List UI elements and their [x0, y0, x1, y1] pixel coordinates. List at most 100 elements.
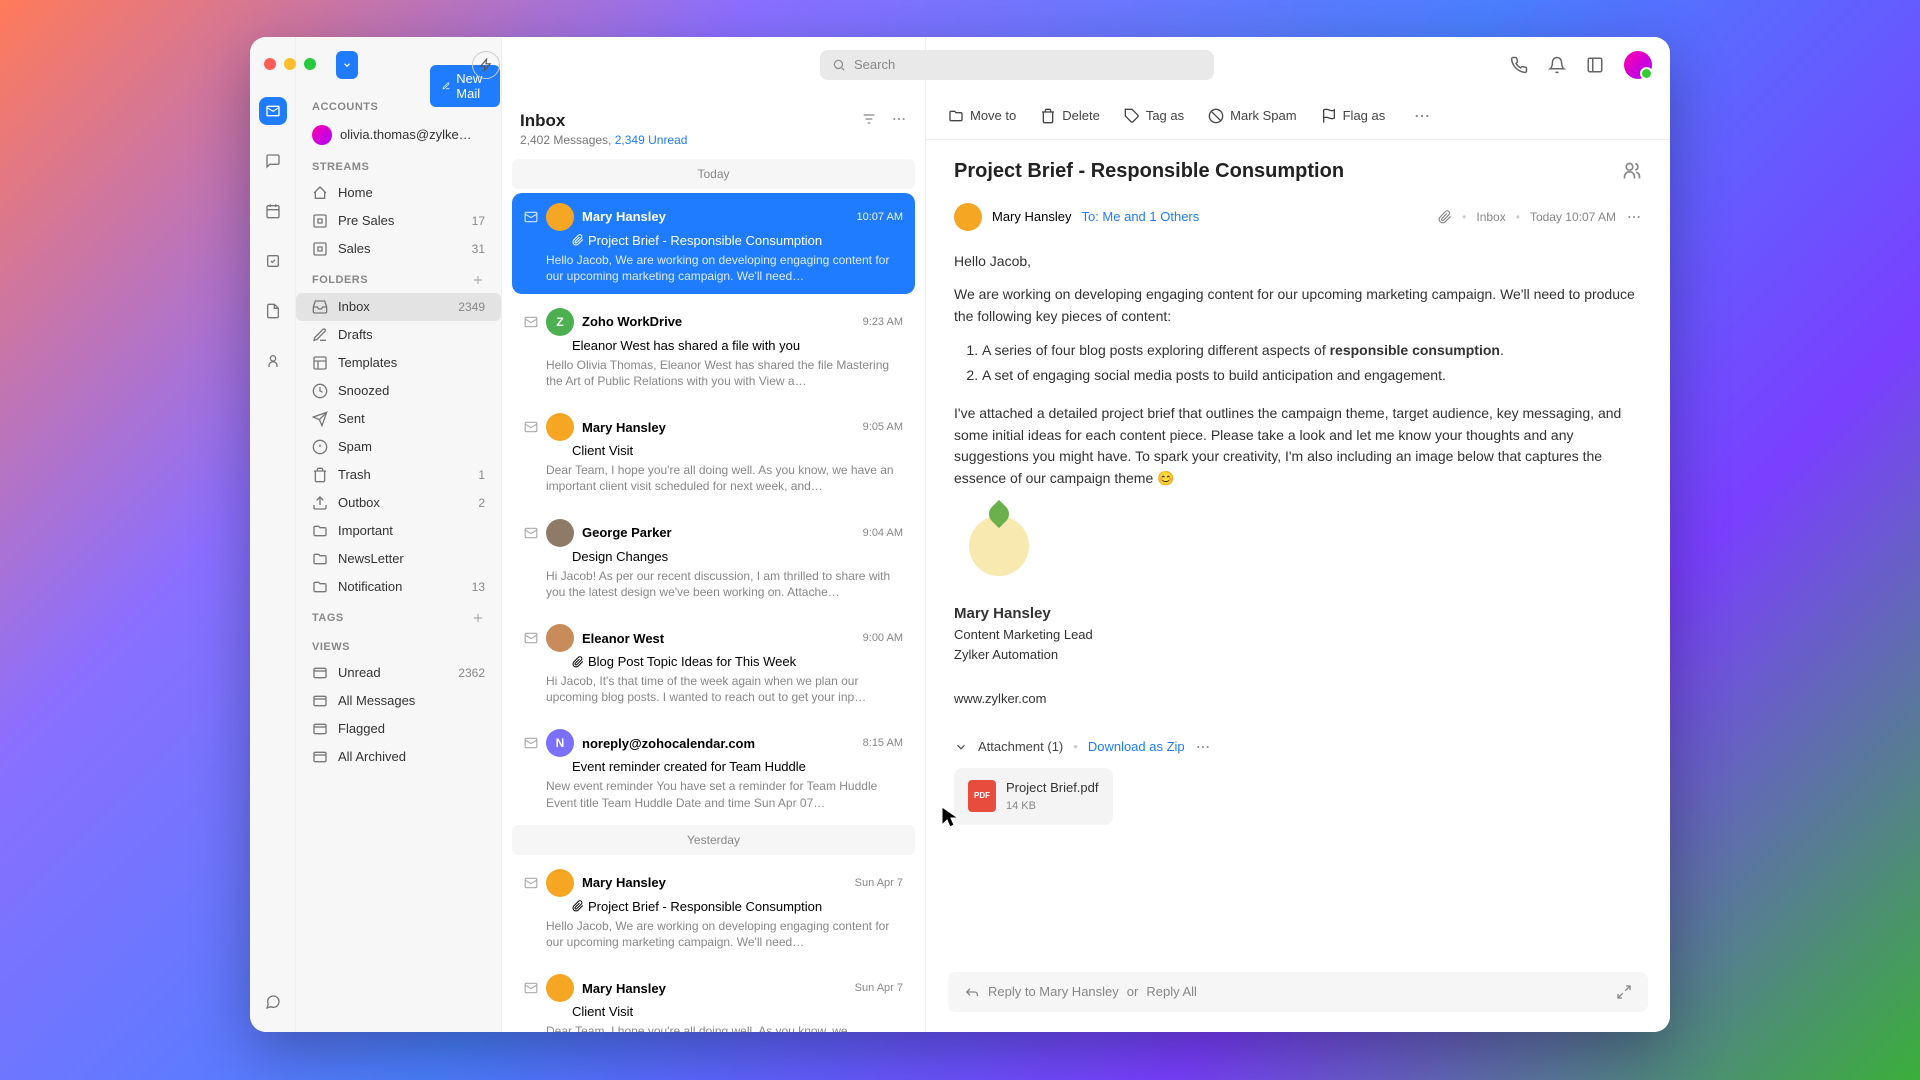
envelope-icon [524, 210, 538, 224]
date-separator: Today [512, 159, 915, 189]
signature-url: www.zylker.com [954, 689, 1642, 709]
add-tag-icon[interactable] [471, 611, 485, 625]
folder-icon [312, 355, 328, 371]
more-icon[interactable] [891, 111, 907, 127]
envelope-icon [524, 981, 538, 995]
envelope-icon [524, 631, 538, 645]
section-tags: TAGS [312, 612, 344, 624]
sender-avatar [546, 413, 574, 441]
rail-mail[interactable] [259, 97, 287, 125]
sender-avatar: N [546, 729, 574, 757]
list-title: Inbox [520, 111, 687, 131]
message-item[interactable]: ZZoho WorkDrive9:23 AMEleanor West has s… [512, 298, 915, 399]
account-email: olivia.thomas@zylke… [340, 127, 472, 142]
delete-button[interactable]: Delete [1040, 108, 1100, 124]
section-folders: FOLDERS [312, 274, 368, 286]
folder-item[interactable]: Notification13 [296, 573, 501, 601]
email-more-icon[interactable] [1626, 209, 1642, 225]
folder-item[interactable]: NewsLetter [296, 545, 501, 573]
markspam-button[interactable]: Mark Spam [1208, 108, 1296, 124]
folder-item[interactable]: Sent [296, 405, 501, 433]
tagas-button[interactable]: Tag as [1124, 108, 1184, 124]
stream-item[interactable]: Pre Sales17 [296, 207, 501, 235]
message-item[interactable]: Nnoreply@zohocalendar.com8:15 AMEvent re… [512, 719, 915, 820]
rail-tasks[interactable] [259, 247, 287, 275]
reader-actions: Move to Delete Tag as Mark Spam Flag as [926, 93, 1670, 140]
message-subject: Project Brief - Responsible Consumption [572, 899, 903, 914]
section-streams: STREAMS [312, 161, 369, 173]
attachment-label: Attachment (1) [978, 737, 1063, 757]
folder-icon [312, 299, 328, 315]
message-item[interactable]: Mary Hansley10:07 AMProject Brief - Resp… [512, 193, 915, 294]
sidebar: ACCOUNTS olivia.thomas@zylke… STREAMS Ho… [296, 37, 502, 1032]
filter-icon[interactable] [861, 111, 877, 127]
view-item[interactable]: All Archived [296, 743, 501, 771]
user-avatar[interactable] [1624, 51, 1652, 79]
sender-name: Mary Hansley [992, 209, 1071, 224]
recipients[interactable]: To: Me and 1 Others [1081, 209, 1199, 224]
stream-item[interactable]: Home [296, 179, 501, 207]
rail-calendar[interactable] [259, 197, 287, 225]
message-item[interactable]: Mary Hansley9:05 AMClient VisitDear Team… [512, 403, 915, 504]
folder-item[interactable]: Trash1 [296, 461, 501, 489]
folder-item[interactable]: Spam [296, 433, 501, 461]
message-item[interactable]: Eleanor West9:00 AMBlog Post Topic Ideas… [512, 614, 915, 715]
new-mail-dropdown[interactable] [336, 51, 358, 79]
rail-contacts[interactable] [259, 347, 287, 375]
rail-notes[interactable] [259, 297, 287, 325]
view-item[interactable]: All Messages [296, 687, 501, 715]
message-item[interactable]: Mary HansleySun Apr 7Project Brief - Res… [512, 859, 915, 960]
window-controls [264, 58, 316, 70]
email-meta: Mary Hansley To: Me and 1 Others • Inbox… [954, 203, 1642, 231]
message-preview: Dear Team, I hope you're all doing well.… [546, 1023, 903, 1031]
more-actions-icon[interactable] [1413, 107, 1431, 125]
folder-item[interactable]: Drafts [296, 321, 501, 349]
view-item[interactable]: Unread2362 [296, 659, 501, 687]
folder-icon [312, 467, 328, 483]
message-preview: Hi Jacob, It's that time of the week aga… [546, 673, 903, 705]
account-row[interactable]: olivia.thomas@zylke… [296, 119, 501, 151]
message-item[interactable]: Mary HansleySun Apr 7Client VisitDear Te… [512, 964, 915, 1031]
close-window[interactable] [264, 58, 276, 70]
moveto-button[interactable]: Move to [948, 108, 1016, 124]
attach-more-icon[interactable] [1195, 739, 1211, 755]
section-accounts: ACCOUNTS [312, 101, 378, 113]
sender-avatar [546, 624, 574, 652]
message-time: Sun Apr 7 [855, 982, 903, 994]
expand-icon[interactable] [1616, 984, 1632, 1000]
message-time: Sun Apr 7 [855, 877, 903, 889]
view-item[interactable]: Flagged [296, 715, 501, 743]
folder-item[interactable]: Snoozed [296, 377, 501, 405]
reply-bar[interactable]: Reply to Mary Hansley or Reply All [948, 972, 1648, 1012]
chevron-down-icon[interactable] [954, 740, 968, 754]
quick-action-button[interactable] [472, 51, 500, 79]
attachment-icon[interactable] [1438, 210, 1452, 224]
stream-item[interactable]: Sales31 [296, 235, 501, 263]
folder-item[interactable]: Important [296, 517, 501, 545]
layout-icon[interactable] [1586, 56, 1604, 74]
search-input[interactable]: Search [820, 50, 1214, 80]
sender-name: Mary Hansley [582, 420, 666, 435]
folder-item[interactable]: Inbox2349 [296, 293, 501, 321]
view-icon [312, 749, 328, 765]
attachment-card[interactable]: PDF Project Brief.pdf 14 KB [954, 768, 1113, 825]
folder-item[interactable]: Outbox2 [296, 489, 501, 517]
bell-icon[interactable] [1548, 56, 1566, 74]
view-icon [312, 693, 328, 709]
folder-item[interactable]: Templates [296, 349, 501, 377]
email-folder: Inbox [1476, 210, 1505, 224]
attachment-icon [572, 656, 584, 668]
envelope-icon [524, 876, 538, 890]
rail-feedback[interactable] [259, 988, 287, 1016]
pdf-icon: PDF [968, 780, 996, 812]
add-folder-icon[interactable] [471, 273, 485, 287]
minimize-window[interactable] [284, 58, 296, 70]
download-zip-link[interactable]: Download as Zip [1088, 737, 1185, 757]
participants-icon[interactable] [1622, 161, 1642, 181]
message-item[interactable]: George Parker9:04 AMDesign ChangesHi Jac… [512, 509, 915, 610]
phone-icon[interactable] [1510, 56, 1528, 74]
message-list: Inbox 2,402 Messages, 2,349 Unread Today… [502, 37, 926, 1032]
rail-chat[interactable] [259, 147, 287, 175]
flagas-button[interactable]: Flag as [1321, 108, 1386, 124]
maximize-window[interactable] [304, 58, 316, 70]
